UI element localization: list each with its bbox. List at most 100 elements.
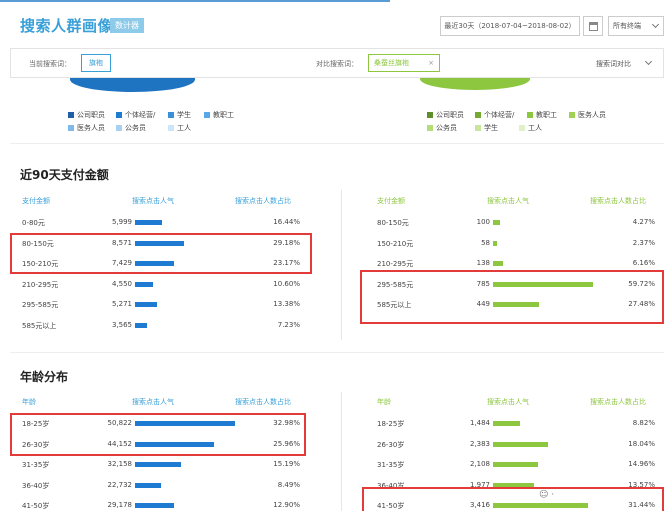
column-header: 搜索点击人气 (487, 197, 529, 205)
legend-label: 公司职员 (77, 111, 105, 119)
row-value: 5,271 (111, 300, 132, 308)
row-percent: 7.23% (277, 320, 300, 329)
row-percent: 15.19% (273, 460, 300, 468)
row-label: 0-80元 (22, 219, 45, 227)
row-percent: 8.49% (277, 480, 300, 489)
current-keyword-chip[interactable]: 旗袍 (81, 54, 111, 72)
legend-swatch (116, 125, 122, 131)
legend-label: 工人 (528, 124, 542, 132)
terminal-select-label: 所有终端 (613, 22, 641, 30)
chevron-down-icon (644, 57, 653, 66)
calendar-icon (589, 22, 598, 31)
row-label: 31-35岁 (22, 461, 50, 469)
legend-label: 学生 (177, 111, 191, 119)
legend-swatch (475, 125, 481, 131)
highlight-box (10, 233, 312, 274)
legend-label: 个体经营/ (125, 111, 156, 119)
column-header: 年龄 (377, 398, 391, 406)
current-keyword-label: 当前搜索词： (29, 60, 71, 68)
section-divider (10, 143, 664, 144)
highlight-box (10, 413, 306, 456)
row-bar (135, 302, 158, 307)
close-icon[interactable]: × (428, 55, 434, 71)
legend-label: 公务员 (436, 124, 457, 132)
watermark: ☺ · (535, 490, 559, 500)
row-percent: 2.37% (632, 238, 655, 247)
row-bar (493, 462, 539, 467)
date-range-select[interactable]: 最近30天（2018-07-04~2018-08-02） (440, 16, 580, 36)
legend-label: 教职工 (536, 111, 557, 119)
row-value: 2,383 (469, 439, 490, 448)
legend-swatch (519, 125, 525, 131)
legend-swatch (68, 112, 74, 118)
legend-swatch (168, 112, 174, 118)
row-bar (493, 220, 501, 225)
legend-item: 公司职员 (68, 110, 105, 120)
row-bar (135, 322, 148, 328)
legend-item: 教职工 (527, 110, 557, 120)
chevron-down-icon (651, 20, 660, 29)
row-label: 295-585元 (22, 301, 59, 309)
column-header: 支付金额 (377, 197, 405, 205)
highlight-box (360, 270, 664, 324)
row-label: 80-150元 (377, 219, 409, 227)
column-header: 搜索点击人气 (132, 197, 174, 205)
terminal-select[interactable]: 所有终端 (608, 16, 664, 36)
legend-swatch (427, 112, 433, 118)
column-header: 搜索点击人数占比 (235, 398, 291, 406)
legend-swatch (475, 112, 481, 118)
row-bar (493, 441, 548, 447)
row-value: 5,999 (111, 218, 132, 226)
section-title-age: 年龄分布 (20, 370, 69, 384)
page-header: 搜索人群画像 数计器 最近30天（2018-07-04~2018-08-02） … (0, 2, 664, 46)
legend-label: 个体经营/ (484, 111, 515, 119)
row-bar (493, 421, 520, 426)
row-percent: 4.27% (632, 218, 655, 226)
legend-swatch (569, 112, 575, 118)
compare-toggle-label: 搜索词对比 (596, 60, 631, 68)
row-bar (135, 220, 163, 225)
legend-label: 工人 (177, 124, 191, 132)
compare-keyword-chip[interactable]: 桑蚕丝旗袍 × (368, 54, 440, 72)
legend-swatch (204, 112, 210, 118)
column-header: 支付金额 (22, 197, 50, 205)
legend-item: 个体经营/ (475, 110, 514, 120)
row-value: 138 (476, 259, 490, 267)
legend-label: 学生 (484, 124, 498, 132)
legend-swatch (68, 125, 74, 131)
legend-item: 学生 (168, 110, 191, 120)
row-percent: 12.90% (273, 501, 300, 509)
compare-toggle[interactable]: 搜索词对比 (596, 57, 653, 69)
title-badge: 数计器 (110, 18, 144, 33)
row-percent: 13.38% (273, 300, 300, 308)
row-percent: 8.82% (632, 419, 655, 427)
row-bar (135, 462, 182, 467)
column-header: 搜索点击人数占比 (235, 197, 291, 205)
legend-item: 公务员 (116, 123, 146, 133)
row-bar (493, 261, 504, 266)
row-value: 22,732 (107, 480, 133, 489)
column-header: 搜索点击人数占比 (590, 398, 646, 406)
row-value: 3,565 (111, 320, 132, 329)
legend-label: 公司职员 (436, 111, 464, 119)
section-divider (10, 352, 664, 353)
row-label: 210-295元 (22, 280, 59, 289)
row-value: 1,484 (469, 419, 490, 427)
row-bar (135, 281, 153, 287)
search-keyword-bar: 当前搜索词： 旗袍 对比搜索词： 桑蚕丝旗袍 × 搜索词对比 (10, 48, 664, 78)
highlight-box (362, 487, 664, 511)
column-header: 年龄 (22, 398, 36, 406)
row-bar (135, 482, 161, 488)
legend-swatch (168, 125, 174, 131)
legend-item: 工人 (168, 123, 191, 133)
row-bar (135, 503, 175, 508)
row-value: 58 (481, 238, 490, 247)
legend-item: 公司职员 (427, 110, 464, 120)
calendar-button[interactable] (583, 16, 603, 36)
row-percent: 14.96% (628, 460, 655, 468)
row-value: 100 (476, 218, 490, 226)
row-bar (493, 240, 497, 246)
column-header: 搜索点击人气 (487, 398, 529, 406)
column-header: 搜索点击人数占比 (590, 197, 646, 205)
column-header: 搜索点击人气 (132, 398, 174, 406)
